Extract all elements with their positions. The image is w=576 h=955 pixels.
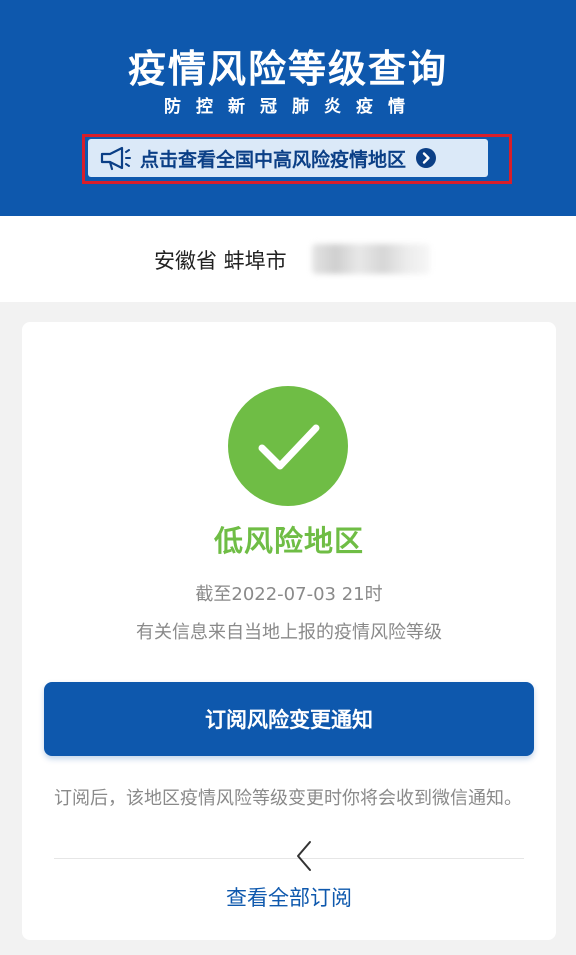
page-subtitle: 防控新冠肺炎疫情 <box>164 97 420 117</box>
page-title: 疫情风险等级查询 <box>127 47 448 91</box>
subscribe-note: 订阅后，该地区疫情风险等级变更时你将会收到微信通知。 <box>54 788 522 809</box>
location-bar[interactable]: 安徽省 蚌埠市 <box>0 216 576 302</box>
chevron-right-circle-icon <box>416 148 437 168</box>
as-of-timestamp: 截至2022-07-03 21时 <box>195 584 383 605</box>
location-text: 安徽省 蚌埠市 <box>154 249 287 273</box>
risk-level-text: 低风险地区 <box>213 524 364 558</box>
info-source-text: 有关信息来自当地上报的疫情风险等级 <box>136 622 442 643</box>
view-all-subscriptions-link[interactable]: 查看全部订阅 <box>22 882 556 912</box>
check-circle-icon <box>228 386 348 506</box>
back-chevron-icon[interactable] <box>292 838 316 874</box>
risk-status-card: 低风险地区 截至2022-07-03 21时 有关信息来自当地上报的疫情风险等级… <box>22 322 556 940</box>
divider <box>54 858 524 859</box>
notice-text: 点击查看全国中高风险疫情地区 <box>140 148 407 171</box>
subscribe-button[interactable]: 订阅风险变更通知 <box>44 682 534 756</box>
megaphone-icon <box>100 146 131 171</box>
high-risk-areas-link[interactable]: 点击查看全国中高风险疫情地区 <box>88 139 488 177</box>
header: 疫情风险等级查询 防控新冠肺炎疫情 点击查看全国中高风险疫情地区 <box>0 0 576 216</box>
blurred-district <box>312 244 430 274</box>
